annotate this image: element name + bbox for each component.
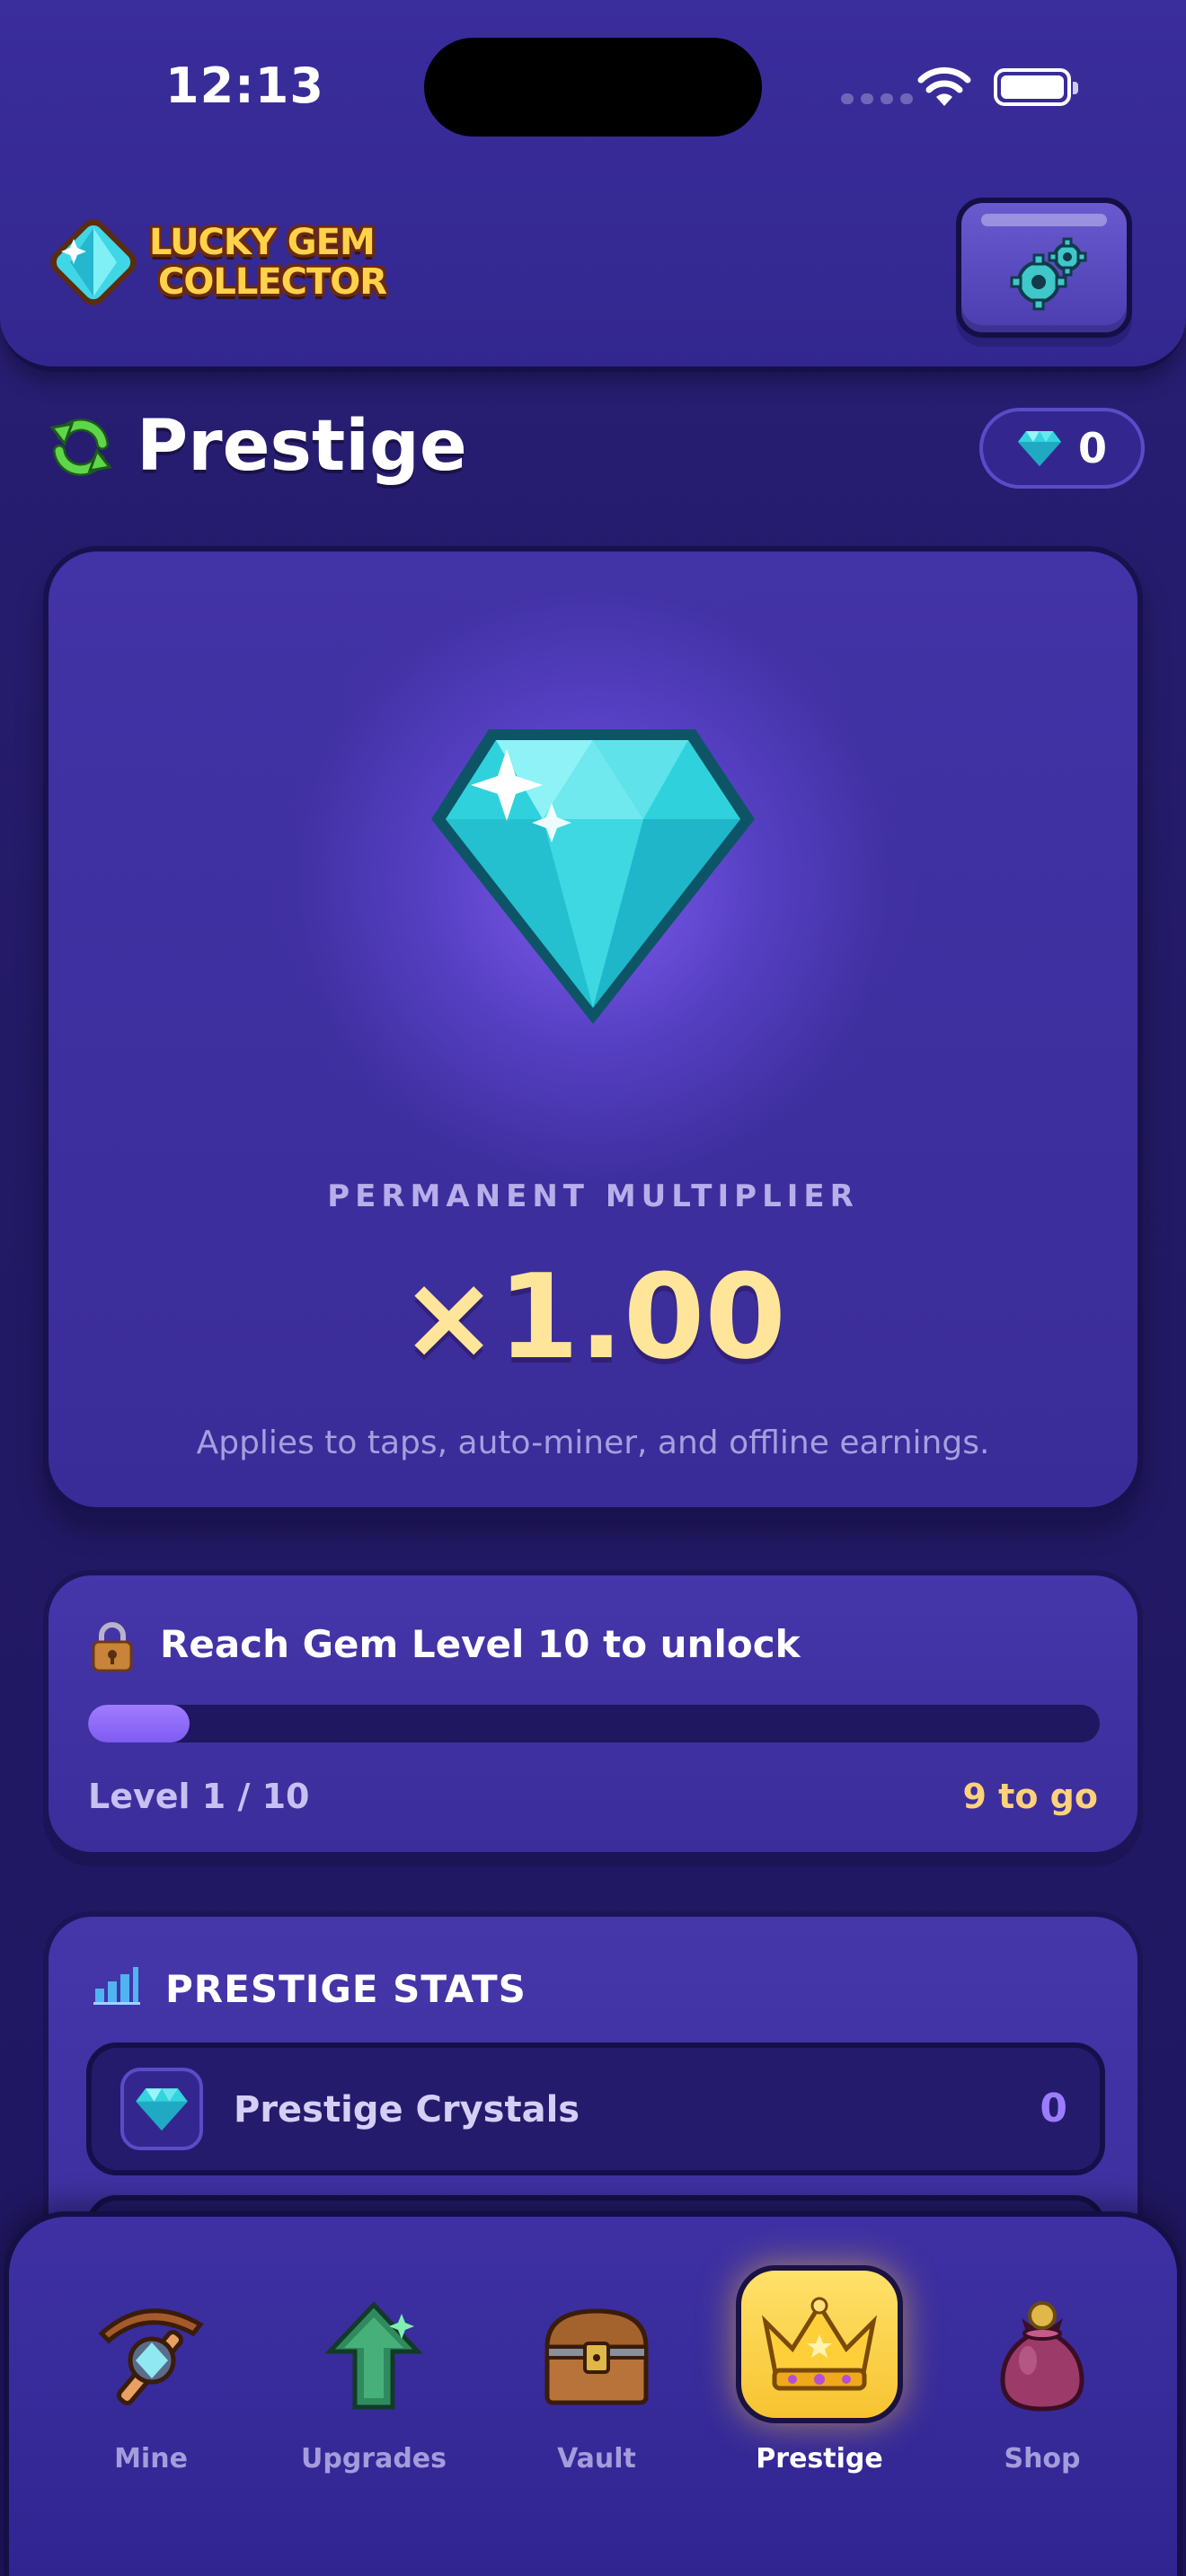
nav-item-upgrades[interactable]: Upgrades — [275, 2289, 473, 2475]
stats-title: PRESTIGE STATS — [165, 1967, 527, 2011]
nav-item-mine[interactable]: Mine — [52, 2289, 250, 2475]
multiplier-value: ×1.00 — [400, 1248, 786, 1385]
unlock-card: Reach Gem Level 10 to unlock Level 1 / 1… — [43, 1570, 1143, 1857]
stat-row-prestige-crystals: Prestige Crystals 0 — [86, 2042, 1105, 2175]
nav-item-prestige[interactable]: Prestige — [721, 2265, 918, 2475]
logo-gem-icon — [50, 219, 137, 305]
dynamic-island — [424, 38, 762, 137]
signal-icon — [841, 93, 913, 104]
nav-label: Upgrades — [300, 2443, 447, 2475]
page-title: Prestige — [137, 406, 467, 487]
coin-bag-icon — [1000, 2301, 1084, 2412]
lock-icon — [92, 1622, 133, 1672]
app-header: 12:13 LUCKY GEM COLLECTOR — [0, 0, 1186, 372]
unlock-title: Reach Gem Level 10 to unlock — [160, 1622, 801, 1666]
multiplier-label: PERMANENT MULTIPLIER — [327, 1178, 859, 1214]
stat-label: Prestige Crystals — [234, 2089, 580, 2130]
multiplier-card: PERMANENT MULTIPLIER ×1.00 Applies to ta… — [43, 546, 1143, 1513]
level-progress-bar — [88, 1705, 1100, 1742]
level-text: Level 1 / 10 — [88, 1777, 310, 1816]
logo-text: LUCKY GEM COLLECTOR — [149, 222, 387, 303]
multiplier-note: Applies to taps, auto-miner, and offline… — [196, 1425, 990, 1461]
nav-item-vault[interactable]: Vault — [498, 2289, 695, 2475]
bar-chart-icon — [93, 1967, 140, 2005]
bottom-nav: Mine Upgrades Vault Prestige Shop — [4, 2211, 1182, 2576]
stat-value: 0 — [1040, 2086, 1067, 2131]
nav-item-shop[interactable]: Shop — [943, 2289, 1141, 2475]
active-tab-highlight — [736, 2265, 903, 2423]
battery-icon — [994, 68, 1078, 106]
gear-icon — [1010, 237, 1087, 311]
diamond-icon — [136, 2088, 188, 2130]
crystal-counter: 0 — [979, 408, 1145, 489]
settings-button[interactable] — [956, 198, 1132, 338]
upgrade-arrow-icon — [324, 2301, 423, 2410]
nav-label: Shop — [1004, 2443, 1081, 2475]
remaining-text: 9 to go — [962, 1777, 1098, 1816]
crown-icon — [761, 2297, 878, 2391]
refresh-icon — [49, 418, 112, 477]
nav-label: Vault — [557, 2443, 636, 2475]
stat-icon-box — [120, 2068, 203, 2150]
status-time: 12:13 — [165, 57, 324, 114]
wifi-icon — [917, 66, 971, 106]
nav-label: Mine — [114, 2443, 188, 2475]
diamond-icon — [431, 729, 755, 1024]
treasure-chest-icon — [544, 2308, 649, 2405]
app-logo: LUCKY GEM COLLECTOR — [43, 212, 387, 313]
diamond-icon — [1017, 431, 1061, 466]
pickaxe-icon — [98, 2308, 204, 2405]
level-progress-fill — [88, 1705, 190, 1742]
crystal-count: 0 — [1077, 424, 1107, 472]
nav-label: Prestige — [756, 2443, 883, 2475]
